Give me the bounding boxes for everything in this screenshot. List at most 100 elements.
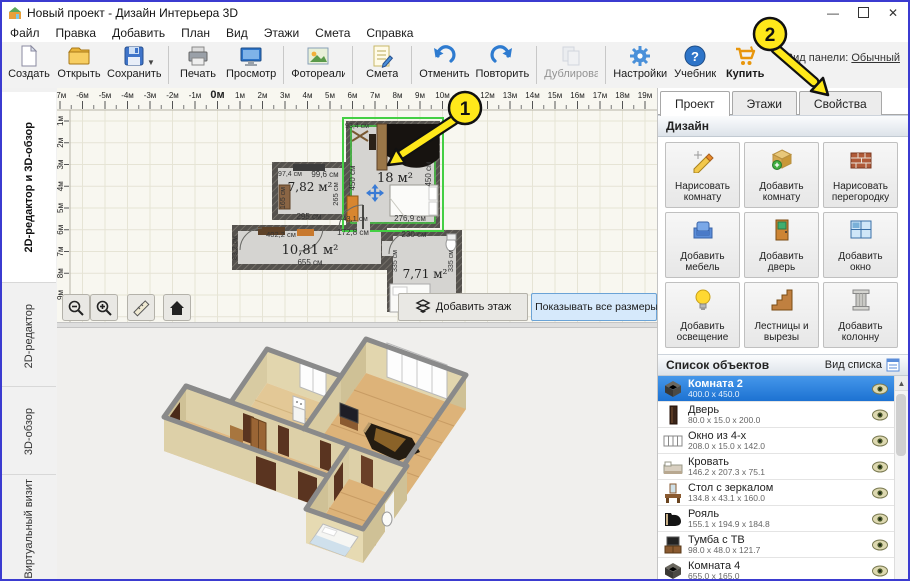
list-item[interactable]: Тумба с ТВ98.0 x 48.0 x 121.7 <box>658 532 895 558</box>
panel-view-label: Вид панели: <box>786 52 848 64</box>
toolbar-button-label: Учебник <box>674 68 716 80</box>
draw-wall-button[interactable]: Нарисоватьперегородку <box>823 142 898 208</box>
eye-visibility-icon[interactable] <box>871 486 889 500</box>
stairs-button[interactable]: Лестницы ивырезы <box>744 282 819 348</box>
scroll-thumb[interactable] <box>896 394 906 456</box>
draw-room-button[interactable]: Нарисоватькомнату <box>665 142 740 208</box>
menu-item-файл[interactable]: Файл <box>2 26 48 40</box>
show-all-sizes-button[interactable]: Показывать все размеры <box>531 293 657 321</box>
list-item[interactable]: Рояль155.1 x 194.9 x 184.8 <box>658 506 895 532</box>
hall-shelf-2d[interactable] <box>297 229 314 236</box>
photoreal-button[interactable]: Фотореализм <box>288 42 348 88</box>
toolbar-separator <box>283 46 284 84</box>
piano-bench-2d <box>369 134 376 150</box>
dim-label: 165 см <box>280 187 287 209</box>
toolbar-separator <box>168 46 169 84</box>
light-button[interactable]: Добавитьосвещение <box>665 282 740 348</box>
door-button[interactable]: Добавитьдверь <box>744 212 819 278</box>
settings-gear-button[interactable]: Настройки <box>610 42 670 88</box>
tab-проект[interactable]: Проект <box>660 91 730 116</box>
tab-свойства[interactable]: Свойства <box>799 91 882 115</box>
list-item[interactable]: Кровать146.2 x 207.3 x 75.1 <box>658 454 895 480</box>
tutorial-icon: ? <box>683 44 707 68</box>
maximize-button[interactable] <box>848 2 878 23</box>
area-label-a: 7,82 м² <box>288 180 333 194</box>
save-floppy-button[interactable]: Сохранить▼ <box>104 42 164 88</box>
open-folder-icon <box>67 44 91 68</box>
tab-этажи[interactable]: Этажи <box>732 91 797 115</box>
zoom-in-button[interactable] <box>90 294 118 321</box>
list-item[interactable]: Комната 4655.0 x 165.0 <box>658 558 895 579</box>
toolbar-button-label: Просмотр <box>226 68 276 80</box>
menu-item-смета[interactable]: Смета <box>307 26 358 40</box>
eye-visibility-icon[interactable] <box>871 512 889 526</box>
dim-label: 655 см <box>297 258 322 267</box>
bed-icon <box>662 456 684 478</box>
eye-visibility-icon[interactable] <box>871 564 889 578</box>
eye-visibility-icon[interactable] <box>871 408 889 422</box>
undo-button[interactable]: Отменить <box>416 42 472 88</box>
left-tab-1[interactable]: 2D-редактор и 3D-обзор <box>2 92 56 283</box>
svg-text:16м: 16м <box>570 91 584 100</box>
view-3d[interactable] <box>57 328 657 579</box>
svg-text:12м: 12м <box>480 91 494 100</box>
svg-text:-5м: -5м <box>99 91 112 100</box>
list-item[interactable]: Дверь80.0 x 15.0 x 200.0 <box>658 402 895 428</box>
right-panel: ПроектЭтажиСвойства Дизайн Нарисоватьком… <box>657 88 908 579</box>
object-list-scrollbar[interactable]: ▲ <box>894 376 908 579</box>
svg-text:8м: 8м <box>393 91 403 100</box>
left-tab-2[interactable]: 2D-редактор <box>2 286 56 387</box>
close-button[interactable]: ✕ <box>878 2 908 23</box>
scroll-up-arrow[interactable]: ▲ <box>895 376 908 391</box>
furniture-icon <box>690 217 716 248</box>
window-button[interactable]: Добавитьокно <box>823 212 898 278</box>
column-button[interactable]: Добавитьколонну <box>823 282 898 348</box>
plan-2d-canvas[interactable]: -7м-6м-5м-4м-3м-2м-1м0м1м2м3м4м5м6м7м8м9… <box>57 88 657 322</box>
panel-view-link[interactable]: Обычный <box>851 52 900 64</box>
minimize-button[interactable]: — <box>818 2 848 23</box>
furniture-button[interactable]: Добавитьмебель <box>665 212 740 278</box>
printer-button[interactable]: Печать <box>173 42 223 88</box>
room-icon <box>662 560 684 580</box>
svg-text:6м: 6м <box>57 225 65 235</box>
eye-visibility-icon[interactable] <box>871 434 889 448</box>
home-view-button[interactable] <box>163 294 191 321</box>
tutorial-button[interactable]: ?Учебник <box>670 42 720 88</box>
estimate-button[interactable]: Смета <box>357 42 407 88</box>
toolbar-separator <box>352 46 353 84</box>
measure-button[interactable] <box>127 294 155 321</box>
eye-visibility-icon[interactable] <box>871 460 889 474</box>
menu-item-добавить[interactable]: Добавить <box>104 26 173 40</box>
view-list-icon[interactable] <box>886 358 900 372</box>
add-floor-button[interactable]: Добавить этаж <box>398 293 528 321</box>
menu-item-правка[interactable]: Правка <box>48 26 105 40</box>
svg-text:4м: 4м <box>303 91 313 100</box>
add-room-button[interactable]: Добавитькомнату <box>744 142 819 208</box>
svg-text:2м: 2м <box>57 138 65 148</box>
list-item[interactable]: Комната 2400.0 x 450.0 <box>658 376 895 402</box>
zoom-out-button[interactable] <box>62 294 90 321</box>
redo-button[interactable]: Повторить <box>473 42 533 88</box>
list-item[interactable]: Стол с зеркалом134.8 x 43.1 x 160.0 <box>658 480 895 506</box>
dim-label: 97,4 см <box>278 171 302 178</box>
object-dimensions: 655.0 x 165.0 <box>688 572 871 579</box>
view-list-label: Вид списка <box>825 359 882 371</box>
menu-item-этажи[interactable]: Этажи <box>256 26 307 40</box>
list-item[interactable]: Окно из 4-х208.0 x 15.0 x 142.0 <box>658 428 895 454</box>
new-document-button[interactable]: Создать <box>4 42 54 88</box>
buy-cart-button[interactable]: Купить <box>720 42 770 88</box>
svg-text:-4м: -4м <box>121 91 134 100</box>
menu-item-справка[interactable]: Справка <box>358 26 421 40</box>
dropdown-arrow-icon[interactable]: ▼ <box>147 58 155 67</box>
open-folder-button[interactable]: Открыть <box>54 42 104 88</box>
monitor-button[interactable]: Просмотр <box>223 42 279 88</box>
list-item-text: Тумба с ТВ98.0 x 48.0 x 121.7 <box>688 534 871 555</box>
eye-visibility-icon[interactable] <box>871 382 889 396</box>
app-window: Новый проект - Дизайн Интерьера 3D — ✕ Ф… <box>0 0 910 581</box>
menu-item-вид[interactable]: Вид <box>218 26 256 40</box>
menu-item-план[interactable]: План <box>173 26 218 40</box>
left-tab-4[interactable]: Виртуальный визит <box>2 478 56 581</box>
eye-visibility-icon[interactable] <box>871 538 889 552</box>
left-tab-3[interactable]: 3D-обзор <box>2 390 56 475</box>
left-tab-label: Виртуальный визит <box>23 479 35 579</box>
